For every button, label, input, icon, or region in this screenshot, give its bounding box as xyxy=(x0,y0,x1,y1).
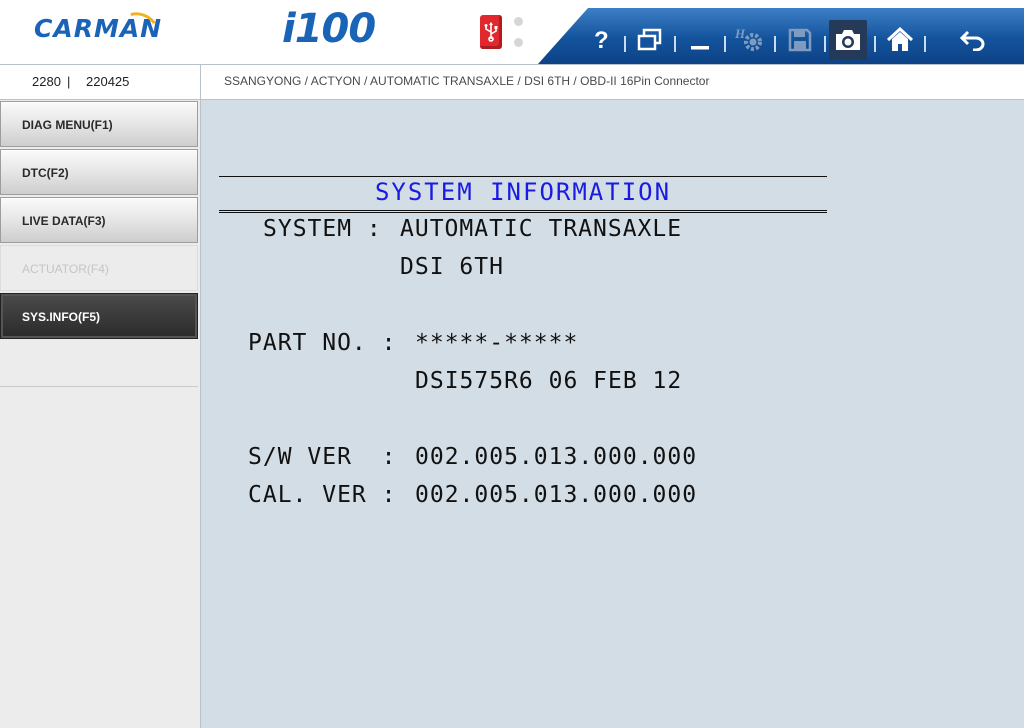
minimize-icon[interactable] xyxy=(681,22,719,58)
title-bottom-rule-1 xyxy=(219,210,827,211)
system-value-line1: AUTOMATIC TRANSAXLE xyxy=(400,216,683,242)
info-bar: 2280 | 220425 SSANGYONG / ACTYON / AUTOM… xyxy=(0,65,1024,100)
cal-ver-value: 002.005.013.000.000 xyxy=(415,482,698,508)
status-led-2 xyxy=(514,38,523,47)
system-label: SYSTEM : xyxy=(263,216,382,242)
model-logo: i100 xyxy=(282,6,376,52)
system-value-line2: DSI 6TH xyxy=(400,254,504,280)
menu-sys-info[interactable]: SYS.INFO(F5) xyxy=(0,293,198,339)
breadcrumb: SSANGYONG / ACTYON / AUTOMATIC TRANSAXLE… xyxy=(224,74,710,88)
serial-number-a: 2280 xyxy=(32,74,61,89)
settings-icon[interactable]: H xyxy=(731,22,769,58)
toolbar: ? H xyxy=(538,8,1024,64)
status-led-1 xyxy=(514,17,523,26)
panel-title: SYSTEM INFORMATION xyxy=(374,178,672,206)
save-icon[interactable] xyxy=(781,22,819,58)
app-header: CARMAN i100 ? H xyxy=(0,0,1024,65)
menu-actuator: ACTUATOR(F4) xyxy=(0,245,198,291)
menu-diag-menu[interactable]: DIAG MENU(F1) xyxy=(0,101,198,147)
title-top-rule xyxy=(219,176,827,177)
title-bottom-rule-2 xyxy=(219,212,827,213)
menu-dtc[interactable]: DTC(F2) xyxy=(0,149,198,195)
sw-ver-label: S/W VER : xyxy=(248,444,397,470)
system-info-panel: SYSTEM INFORMATION SYSTEM : AUTOMATIC TR… xyxy=(201,100,1024,728)
svg-text:H: H xyxy=(734,26,746,41)
help-icon[interactable]: ? xyxy=(582,22,620,58)
sw-ver-value: 002.005.013.000.000 xyxy=(415,444,698,470)
back-icon[interactable] xyxy=(954,22,992,58)
usb-icon xyxy=(480,15,502,49)
device-serial: 2280 | 220425 xyxy=(0,65,201,99)
part-no-value: *****-***** xyxy=(415,330,579,356)
part-no-date: DSI575R6 06 FEB 12 xyxy=(415,368,683,394)
menu-empty-slot xyxy=(0,340,198,387)
home-icon[interactable] xyxy=(881,22,919,58)
window-icon[interactable] xyxy=(631,22,669,58)
sidebar-menu: DIAG MENU(F1) DTC(F2) LIVE DATA(F3) ACTU… xyxy=(0,100,201,728)
cal-ver-label: CAL. VER : xyxy=(248,482,397,508)
camera-icon[interactable] xyxy=(829,20,867,60)
part-no-label: PART NO. : xyxy=(248,330,397,356)
serial-separator: | xyxy=(67,74,71,89)
serial-number-b: 220425 xyxy=(86,74,130,89)
menu-live-data[interactable]: LIVE DATA(F3) xyxy=(0,197,198,243)
svg-text:?: ? xyxy=(594,27,609,53)
